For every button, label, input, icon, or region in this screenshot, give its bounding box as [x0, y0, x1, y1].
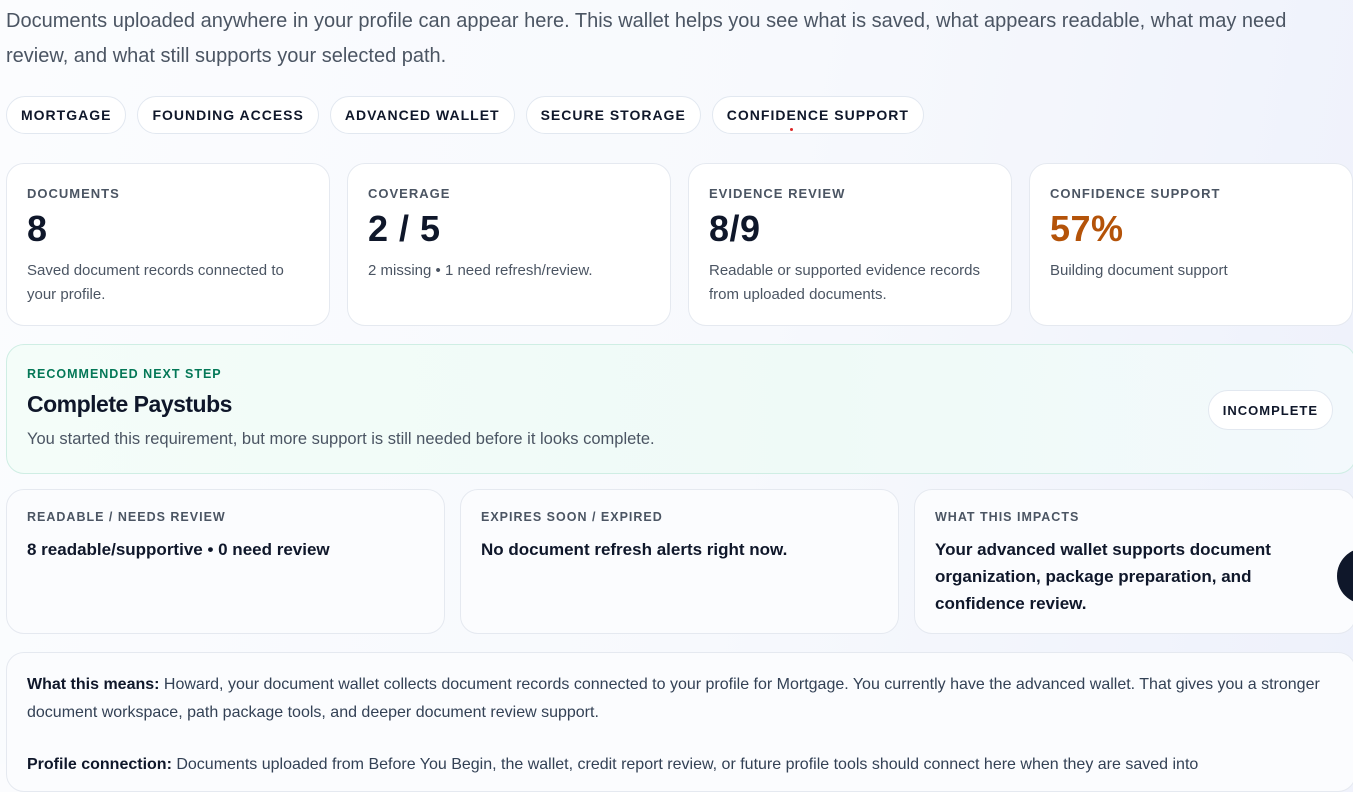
- info-label: WHAT THIS IMPACTS: [935, 510, 1080, 524]
- info-card-readable: READABLE / NEEDS REVIEW 8 readable/suppo…: [6, 489, 445, 634]
- intro-text: Documents uploaded anywhere in your prof…: [6, 10, 1287, 67]
- what-this-means-paragraph: What this means: Howard, your document w…: [27, 671, 1335, 727]
- what-this-means-text: Howard, your document wallet collects do…: [27, 676, 1320, 721]
- stat-card-documents: DOCUMENTS 8 Saved document records conne…: [6, 163, 330, 326]
- info-text: No document refresh alerts right now.: [481, 540, 788, 559]
- tag-advanced-wallet[interactable]: ADVANCED WALLET: [329, 96, 515, 134]
- stat-label: DOCUMENTS: [27, 186, 120, 201]
- info-text: 8 readable/supportive • 0 need review: [27, 540, 330, 559]
- path-tags: MORTGAGE FOUNDING ACCESS ADVANCED WALLET…: [6, 96, 924, 134]
- next-step-description: You started this requirement, but more s…: [27, 430, 655, 448]
- tag-secure-storage[interactable]: SECURE STORAGE: [525, 96, 701, 134]
- next-step-title: Complete Paystubs: [27, 391, 232, 417]
- stat-label: EVIDENCE REVIEW: [709, 186, 846, 201]
- stat-card-coverage: COVERAGE 2 / 5 2 missing • 1 need refres…: [347, 163, 671, 326]
- stat-description: Building document support: [1050, 262, 1228, 279]
- profile-connection-paragraph: Profile connection: Documents uploaded f…: [27, 751, 1335, 779]
- stat-card-confidence-support: CONFIDENCE SUPPORT 57% Building document…: [1029, 163, 1353, 326]
- next-step-label: RECOMMENDED NEXT STEP: [27, 367, 222, 381]
- status-badge[interactable]: INCOMPLETE: [1207, 390, 1333, 430]
- stat-value: 2 / 5: [368, 208, 441, 249]
- info-card-impacts: WHAT THIS IMPACTS Your advanced wallet s…: [914, 489, 1353, 634]
- stat-description: 2 missing • 1 need refresh/review.: [368, 262, 593, 279]
- info-text: Your advanced wallet supports document o…: [935, 540, 1271, 613]
- tag-mortgage[interactable]: MORTGAGE: [6, 96, 127, 134]
- stat-value: 8/9: [709, 208, 761, 249]
- profile-connection-heading: Profile connection:: [27, 756, 172, 773]
- tag-confidence-support-label: CONFIDENCE SUPPORT: [726, 107, 909, 123]
- stat-label: CONFIDENCE SUPPORT: [1050, 186, 1221, 201]
- profile-connection-text: Documents uploaded from Before You Begin…: [171, 756, 1199, 773]
- info-label: READABLE / NEEDS REVIEW: [27, 510, 226, 524]
- stat-description: Saved document records connected to your…: [27, 262, 284, 303]
- recommended-next-step: RECOMMENDED NEXT STEP Complete Paystubs …: [6, 344, 1353, 474]
- indicator-dot: [789, 128, 793, 131]
- what-this-means-heading: What this means:: [27, 676, 160, 693]
- info-label: EXPIRES SOON / EXPIRED: [481, 510, 663, 524]
- stat-label: COVERAGE: [368, 186, 451, 201]
- stat-value: 8: [27, 208, 48, 249]
- tag-confidence-support[interactable]: CONFIDENCE SUPPORT: [711, 96, 924, 134]
- stat-description: Readable or supported evidence records f…: [709, 262, 981, 303]
- tag-founding-access[interactable]: FOUNDING ACCESS: [137, 96, 319, 134]
- info-card-expires: EXPIRES SOON / EXPIRED No document refre…: [460, 489, 899, 634]
- stat-value: 57%: [1050, 208, 1124, 249]
- stat-card-evidence-review: EVIDENCE REVIEW 8/9 Readable or supporte…: [688, 163, 1012, 326]
- what-this-means-panel: What this means: Howard, your document w…: [6, 652, 1353, 792]
